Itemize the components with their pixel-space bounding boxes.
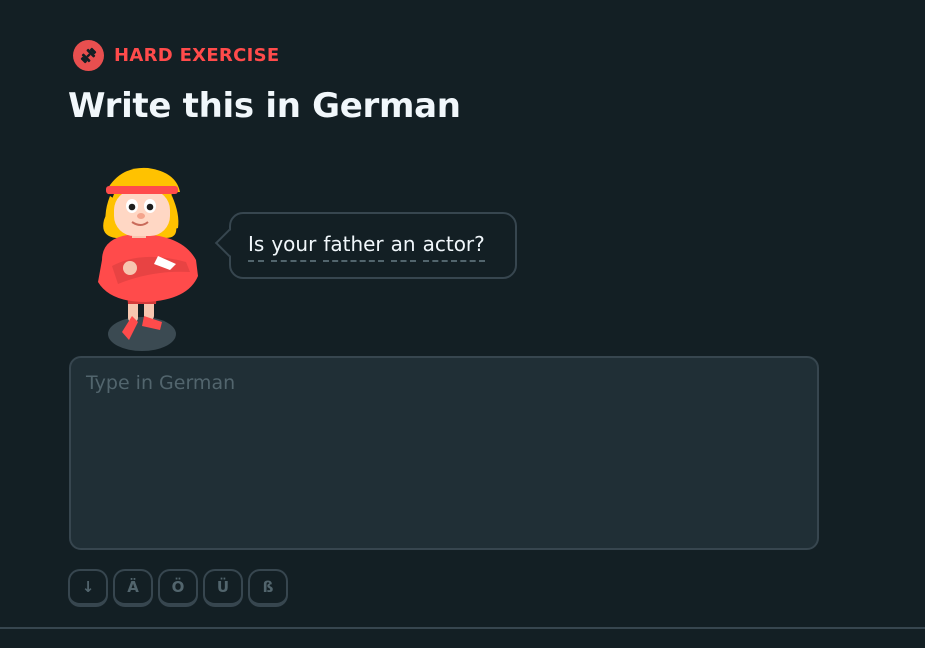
speech-bubble-tail (214, 228, 244, 258)
lesson-page: HARD EXERCISE Write this in German Is yo… (0, 0, 925, 648)
prompt-word[interactable]: an (390, 232, 416, 262)
prompt-word[interactable]: your (271, 232, 317, 262)
prompt-sentence: Is your father an actor? (248, 232, 485, 262)
key-o-umlaut[interactable]: Ö (158, 569, 198, 607)
exercise-badge: HARD EXERCISE (73, 40, 279, 71)
prompt-word[interactable]: father (323, 232, 384, 262)
shift-toggle-button[interactable]: ↓ (68, 569, 108, 607)
prompt-word[interactable]: actor? (422, 232, 485, 262)
answer-input[interactable] (69, 356, 819, 550)
exercise-badge-label: HARD EXERCISE (114, 45, 280, 66)
footer-divider (0, 627, 925, 629)
dumbbell-icon (73, 40, 104, 71)
key-eszett[interactable]: ß (248, 569, 288, 607)
key-a-umlaut[interactable]: Ä (113, 569, 153, 607)
page-title: Write this in German (68, 86, 461, 126)
key-u-umlaut[interactable]: Ü (203, 569, 243, 607)
prompt-word[interactable]: Is (248, 232, 265, 262)
speech-bubble: Is your father an actor? (214, 212, 517, 279)
character-illustration (92, 164, 208, 356)
special-character-keys: ↓ Ä Ö Ü ß (68, 569, 288, 607)
